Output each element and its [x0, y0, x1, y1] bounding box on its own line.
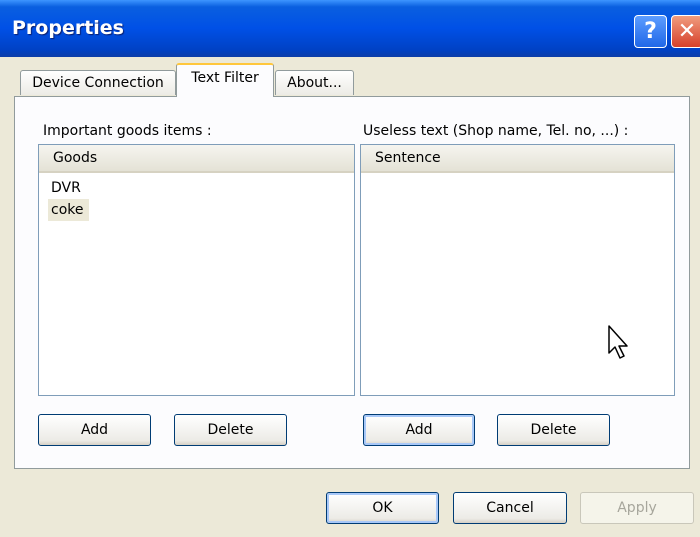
ok-button[interactable]: OK: [326, 492, 439, 524]
sentence-column-header[interactable]: Sentence: [361, 145, 674, 173]
sentence-delete-button[interactable]: Delete: [497, 414, 610, 446]
tab-device-connection[interactable]: Device Connection: [20, 70, 176, 95]
cancel-button[interactable]: Cancel: [453, 492, 567, 524]
list-item-selected[interactable]: coke: [48, 199, 90, 221]
close-button[interactable]: ✕: [671, 15, 700, 48]
list-item[interactable]: DVR: [48, 177, 87, 199]
title-bar[interactable]: Properties ? ✕: [0, 0, 700, 57]
mouse-pointer-icon: [608, 325, 628, 359]
properties-dialog: Properties ? ✕ Device Connection Text Fi…: [0, 0, 700, 537]
help-button[interactable]: ?: [634, 15, 667, 48]
tab-label: About...: [287, 75, 342, 91]
useless-text-group-label: Useless text (Shop name, Tel. no, ...) :: [363, 123, 629, 139]
goods-column-header[interactable]: Goods: [39, 145, 354, 173]
apply-button[interactable]: Apply: [580, 492, 694, 524]
help-icon: ?: [644, 19, 657, 44]
tab-text-filter[interactable]: Text Filter: [176, 63, 274, 97]
goods-delete-button[interactable]: Delete: [174, 414, 287, 446]
tab-label: Device Connection: [32, 75, 164, 91]
goods-group-label: Important goods items :: [43, 123, 212, 139]
tab-about[interactable]: About...: [275, 70, 354, 95]
window-title: Properties: [12, 17, 124, 39]
close-icon: ✕: [677, 19, 697, 44]
tab-label: Text Filter: [191, 70, 259, 86]
goods-list[interactable]: Goods DVR coke: [38, 144, 355, 396]
goods-add-button[interactable]: Add: [38, 414, 151, 446]
sentence-add-button[interactable]: Add: [363, 414, 475, 446]
tab-panel: Important goods items : Useless text (Sh…: [14, 96, 690, 469]
